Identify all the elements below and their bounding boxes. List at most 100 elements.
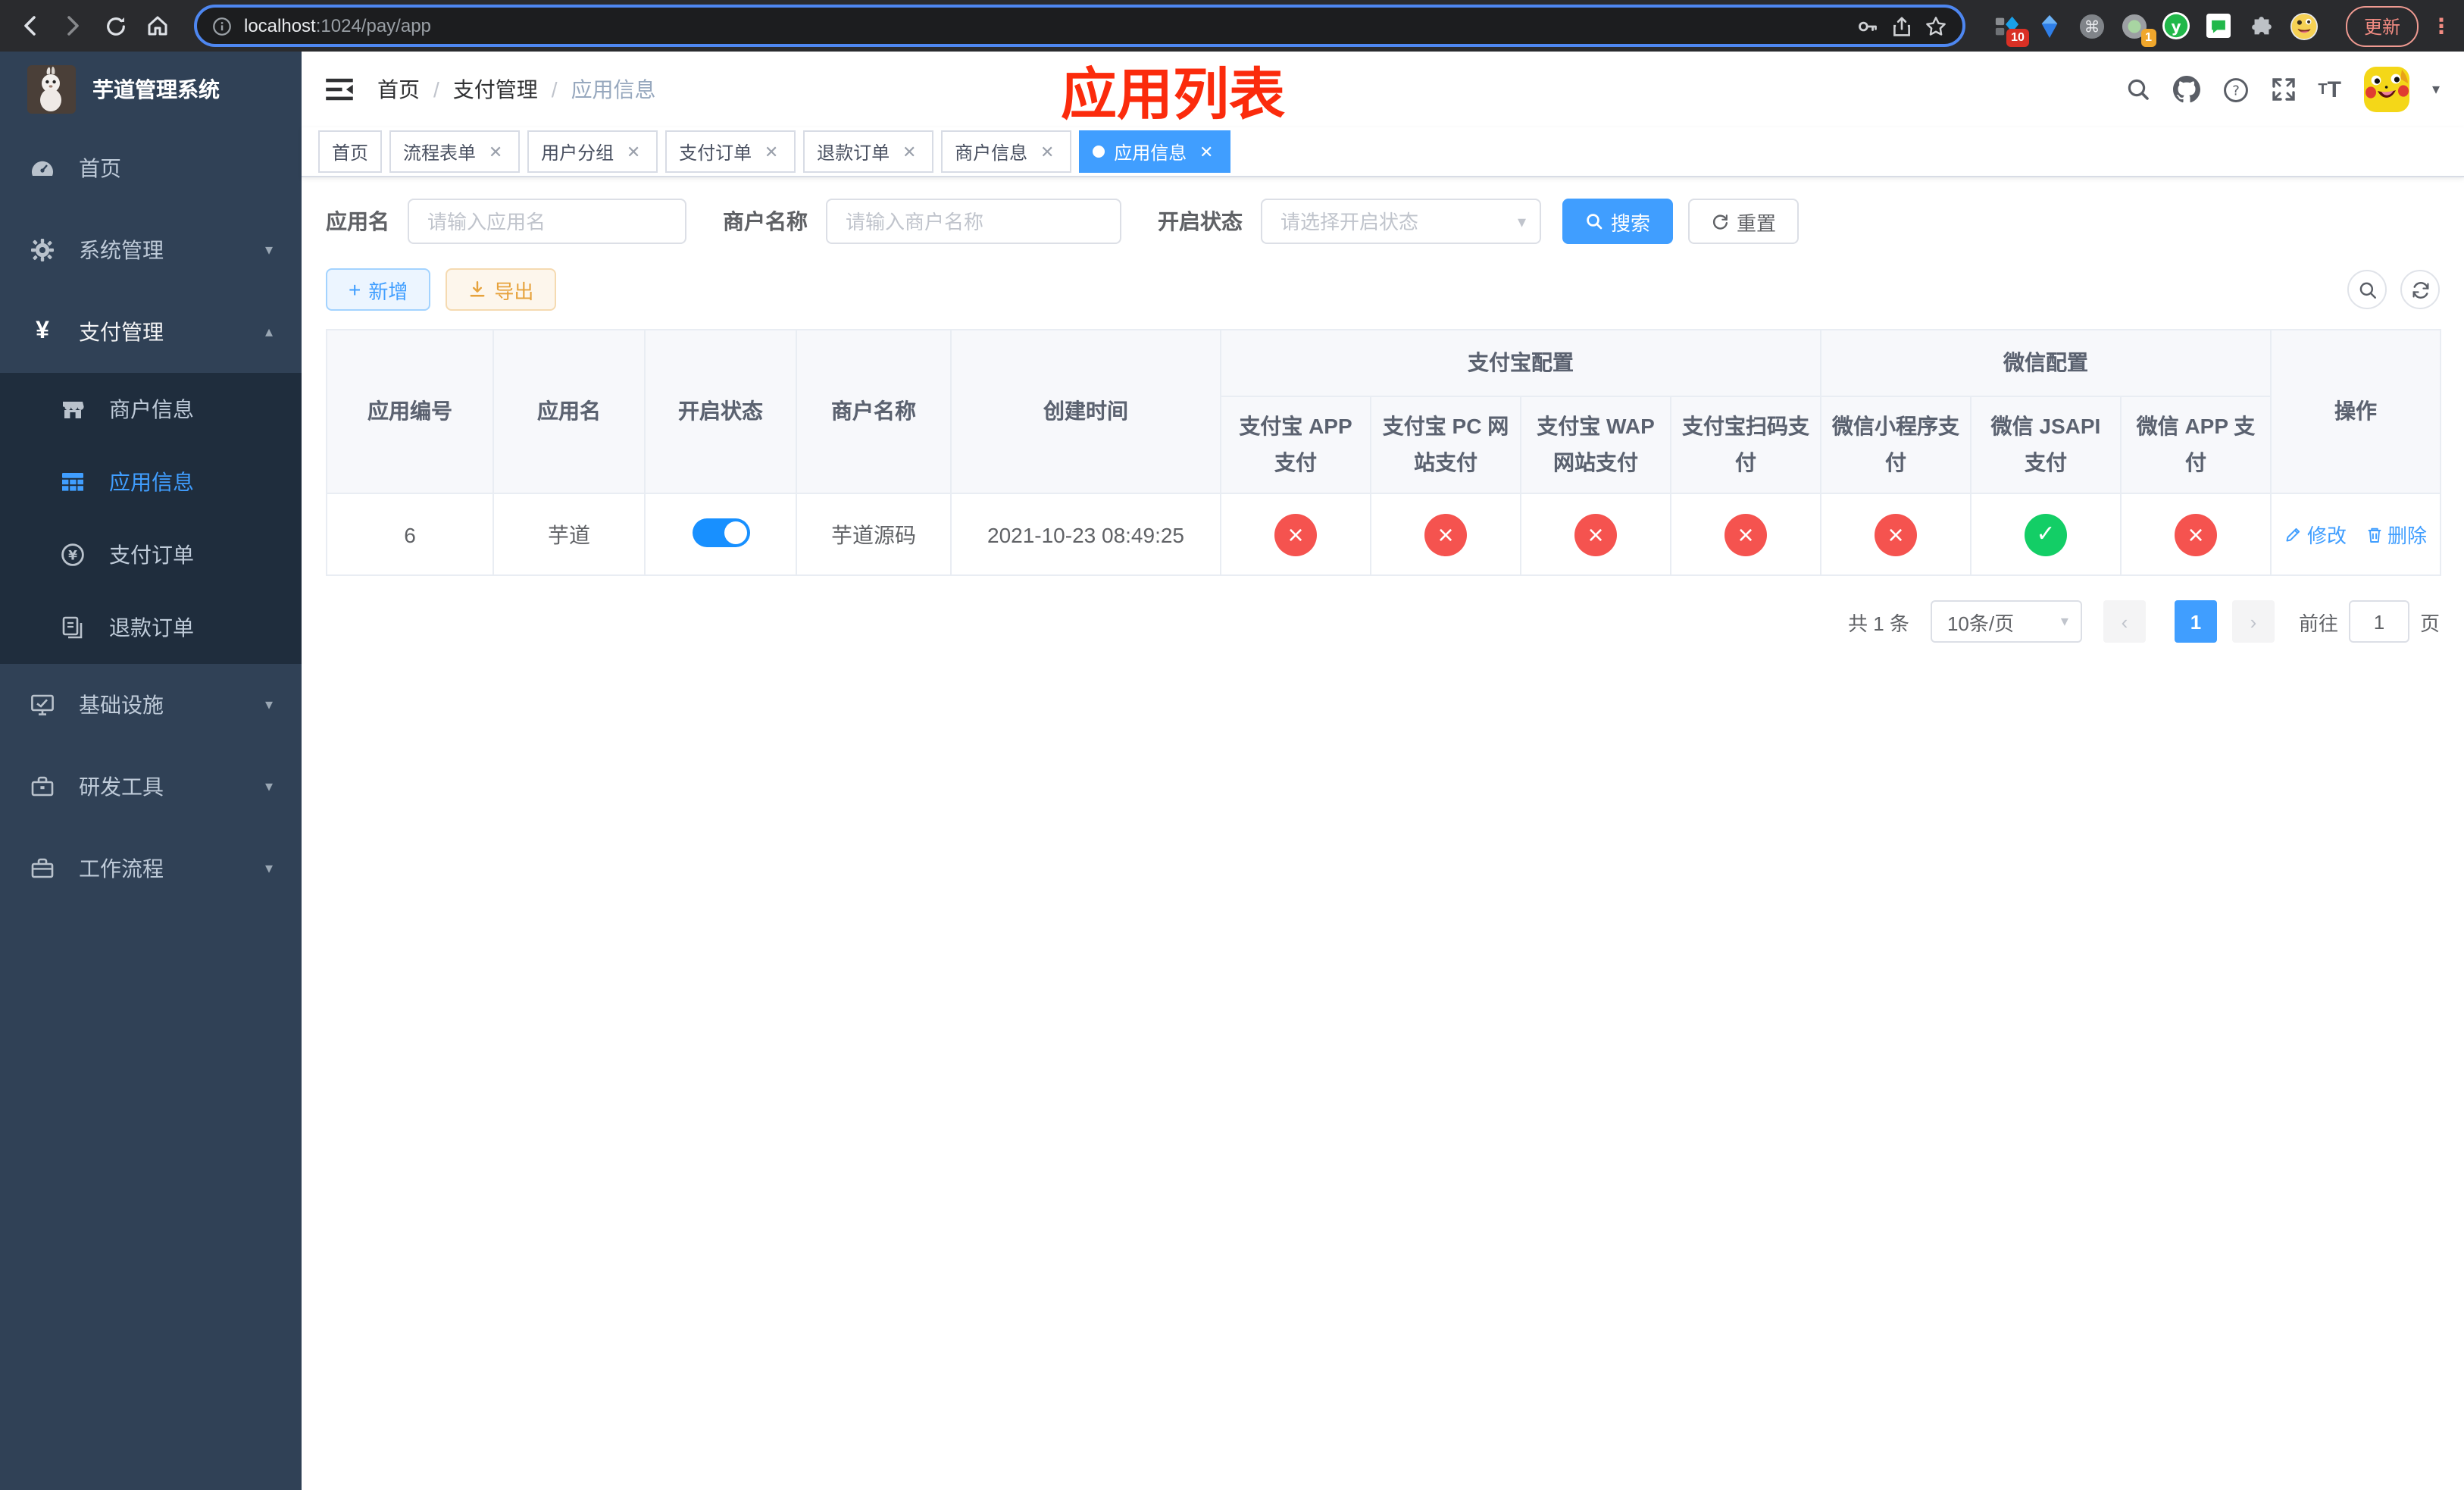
export-button[interactable]: 导出 bbox=[446, 268, 557, 311]
add-button[interactable]: + 新增 bbox=[326, 268, 431, 311]
chrome-update-button[interactable]: 更新 bbox=[2345, 5, 2419, 46]
profile-emoji-icon[interactable] bbox=[2290, 11, 2319, 40]
tab-close-icon[interactable]: ✕ bbox=[899, 141, 920, 162]
tab-app-info[interactable]: 应用信息 ✕ bbox=[1079, 130, 1231, 173]
tab-refund-orders[interactable]: 退款订单 ✕ bbox=[803, 130, 934, 173]
extension-badge: 10 bbox=[2006, 28, 2029, 46]
breadcrumb-current: 应用信息 bbox=[571, 77, 656, 102]
breadcrumb-payment[interactable]: 支付管理 bbox=[453, 74, 538, 105]
page-number-1[interactable]: 1 bbox=[2174, 600, 2217, 643]
yen-icon: ¥ bbox=[36, 318, 49, 344]
extension-chat-icon[interactable] bbox=[2205, 11, 2234, 40]
table-row: 6 芋道 芋道源码 2021-10-23 08:49:25 × × × × × … bbox=[326, 493, 2441, 576]
table-toolbar: + 新增 导出 bbox=[326, 268, 2440, 311]
site-info-icon[interactable] bbox=[212, 16, 232, 36]
back-icon[interactable] bbox=[12, 8, 48, 44]
reload-icon[interactable] bbox=[97, 8, 133, 44]
refresh-table-icon[interactable] bbox=[2400, 270, 2440, 309]
tab-user-group[interactable]: 用户分组 ✕ bbox=[527, 130, 658, 173]
forward-icon[interactable] bbox=[55, 8, 91, 44]
extension-blocks-icon[interactable]: 10 bbox=[1993, 11, 2029, 46]
home-icon[interactable] bbox=[139, 8, 176, 44]
search-form: 应用名 商户名称 开启状态 ▾ 搜索 bbox=[326, 199, 2440, 244]
col-app-name: 应用名 bbox=[492, 329, 646, 494]
sidebar-item-pay-orders[interactable]: ¥ 支付订单 bbox=[0, 518, 302, 591]
header-search-icon[interactable] bbox=[2125, 77, 2150, 102]
sidebar-item-workflow[interactable]: 工作流程 ▾ bbox=[0, 828, 302, 909]
sidebar-item-home[interactable]: 首页 bbox=[0, 127, 302, 209]
col-wx-app: 微信 APP 支付 bbox=[2120, 396, 2272, 494]
col-group-alipay: 支付宝配置 bbox=[1220, 329, 1821, 397]
svg-text:¥: ¥ bbox=[68, 548, 77, 563]
sidebar-collapse-icon[interactable] bbox=[326, 77, 353, 102]
tab-close-icon[interactable]: ✕ bbox=[485, 141, 506, 162]
sidebar-item-infrastructure[interactable]: 基础设施 ▾ bbox=[0, 664, 302, 746]
sidebar-item-label: 应用信息 bbox=[109, 470, 194, 494]
edit-link[interactable]: 修改 bbox=[2284, 520, 2347, 549]
col-group-wechat: 微信配置 bbox=[1820, 329, 2272, 397]
tab-close-icon[interactable]: ✕ bbox=[623, 141, 644, 162]
status-toggle[interactable] bbox=[692, 518, 749, 546]
app-name-input[interactable] bbox=[408, 199, 686, 244]
tab-home[interactable]: 首页 bbox=[318, 130, 383, 173]
tab-process-form[interactable]: 流程表单 ✕ bbox=[389, 130, 521, 173]
sidebar-item-refund-orders[interactable]: 退款订单 bbox=[0, 591, 302, 664]
fullscreen-icon[interactable] bbox=[2271, 77, 2295, 102]
extension-command-icon[interactable]: ⌘ bbox=[2078, 11, 2106, 40]
monitor-icon bbox=[30, 693, 55, 717]
sidebar-item-merchant-info[interactable]: 商户信息 bbox=[0, 373, 302, 446]
col-wx-jsapi: 微信 JSAPI 支付 bbox=[1970, 396, 2122, 494]
tab-close-icon[interactable]: ✕ bbox=[761, 141, 782, 162]
dashboard-icon bbox=[30, 156, 55, 180]
col-status: 开启状态 bbox=[644, 329, 797, 494]
status-select[interactable]: ▾ bbox=[1261, 199, 1541, 244]
tab-merchant-info[interactable]: 商户信息 ✕ bbox=[941, 130, 1072, 173]
top-navbar: 首页 / 支付管理 / 应用信息 应用列表 ? T T ▾ bbox=[302, 52, 2464, 127]
breadcrumb-home[interactable]: 首页 bbox=[377, 74, 420, 105]
tab-close-icon[interactable]: ✕ bbox=[1037, 141, 1058, 162]
cell-app-id: 6 bbox=[326, 493, 494, 576]
col-operation: 操作 bbox=[2270, 329, 2441, 494]
bookmark-star-icon[interactable] bbox=[1925, 14, 1947, 37]
wx-lite-status-icon bbox=[1875, 513, 1917, 556]
chevron-down-icon: ▾ bbox=[264, 242, 273, 258]
extension-ring-icon[interactable]: 1 bbox=[2120, 11, 2156, 46]
address-bar[interactable]: localhost:1024/pay/app bbox=[194, 5, 1965, 47]
sidebar-item-system[interactable]: 系统管理 ▾ bbox=[0, 209, 302, 291]
prev-page-button[interactable]: ‹ bbox=[2103, 600, 2146, 643]
tab-close-icon[interactable]: ✕ bbox=[1196, 141, 1217, 162]
sidebar-item-app-info[interactable]: 应用信息 bbox=[0, 446, 302, 518]
status-select-input[interactable] bbox=[1261, 199, 1541, 244]
grid-icon bbox=[61, 470, 85, 494]
search-button[interactable]: 搜索 bbox=[1562, 199, 1674, 244]
reset-button[interactable]: 重置 bbox=[1688, 199, 1800, 244]
share-icon[interactable] bbox=[1891, 14, 1912, 37]
user-avatar[interactable] bbox=[2363, 67, 2409, 112]
wx-jsapi-status-icon bbox=[2025, 513, 2067, 556]
github-icon[interactable] bbox=[2172, 76, 2200, 103]
extension-pin-icon[interactable] bbox=[2035, 11, 2064, 40]
col-created: 创建时间 bbox=[950, 329, 1221, 494]
app-table: 应用编号 应用名 开启状态 商户名称 创建时间 支付宝配置 微信配置 操作 支付… bbox=[326, 329, 2441, 576]
avatar-caret-icon[interactable]: ▾ bbox=[2432, 81, 2440, 98]
goto-page-input[interactable] bbox=[2348, 600, 2409, 643]
page-size-select[interactable]: 10条/页 ▾ bbox=[1930, 600, 2082, 643]
toggle-search-icon[interactable] bbox=[2347, 270, 2387, 309]
chrome-menu-icon[interactable]: ⋮ bbox=[2431, 14, 2452, 36]
tab-pay-orders[interactable]: 支付订单 ✕ bbox=[665, 130, 796, 173]
col-alipay-qr: 支付宝扫码支付 bbox=[1670, 396, 1821, 494]
sidebar-item-dev-tools[interactable]: 研发工具 ▾ bbox=[0, 746, 302, 828]
key-icon[interactable] bbox=[1856, 14, 1879, 37]
sidebar-logo[interactable]: 芋道管理系统 bbox=[0, 52, 302, 127]
delete-link[interactable]: 删除 bbox=[2365, 520, 2427, 549]
next-page-button[interactable]: › bbox=[2231, 600, 2275, 643]
extension-y-icon[interactable]: y bbox=[2162, 11, 2191, 40]
alipay-pc-status-icon bbox=[1424, 513, 1467, 556]
help-icon[interactable]: ? bbox=[2222, 77, 2248, 102]
merchant-name-input[interactable] bbox=[826, 199, 1121, 244]
font-size-icon[interactable]: TT bbox=[2318, 77, 2341, 102]
extensions-puzzle-icon[interactable] bbox=[2247, 11, 2276, 40]
goto-label: 前往 bbox=[2298, 612, 2338, 634]
sidebar-item-payment[interactable]: ¥ 支付管理 ▴ bbox=[0, 291, 302, 373]
sidebar: 芋道管理系统 首页 系统管理 ▾ ¥ 支付管理 ▴ 商户信息 应用信息 ¥ 支付… bbox=[0, 52, 302, 1490]
